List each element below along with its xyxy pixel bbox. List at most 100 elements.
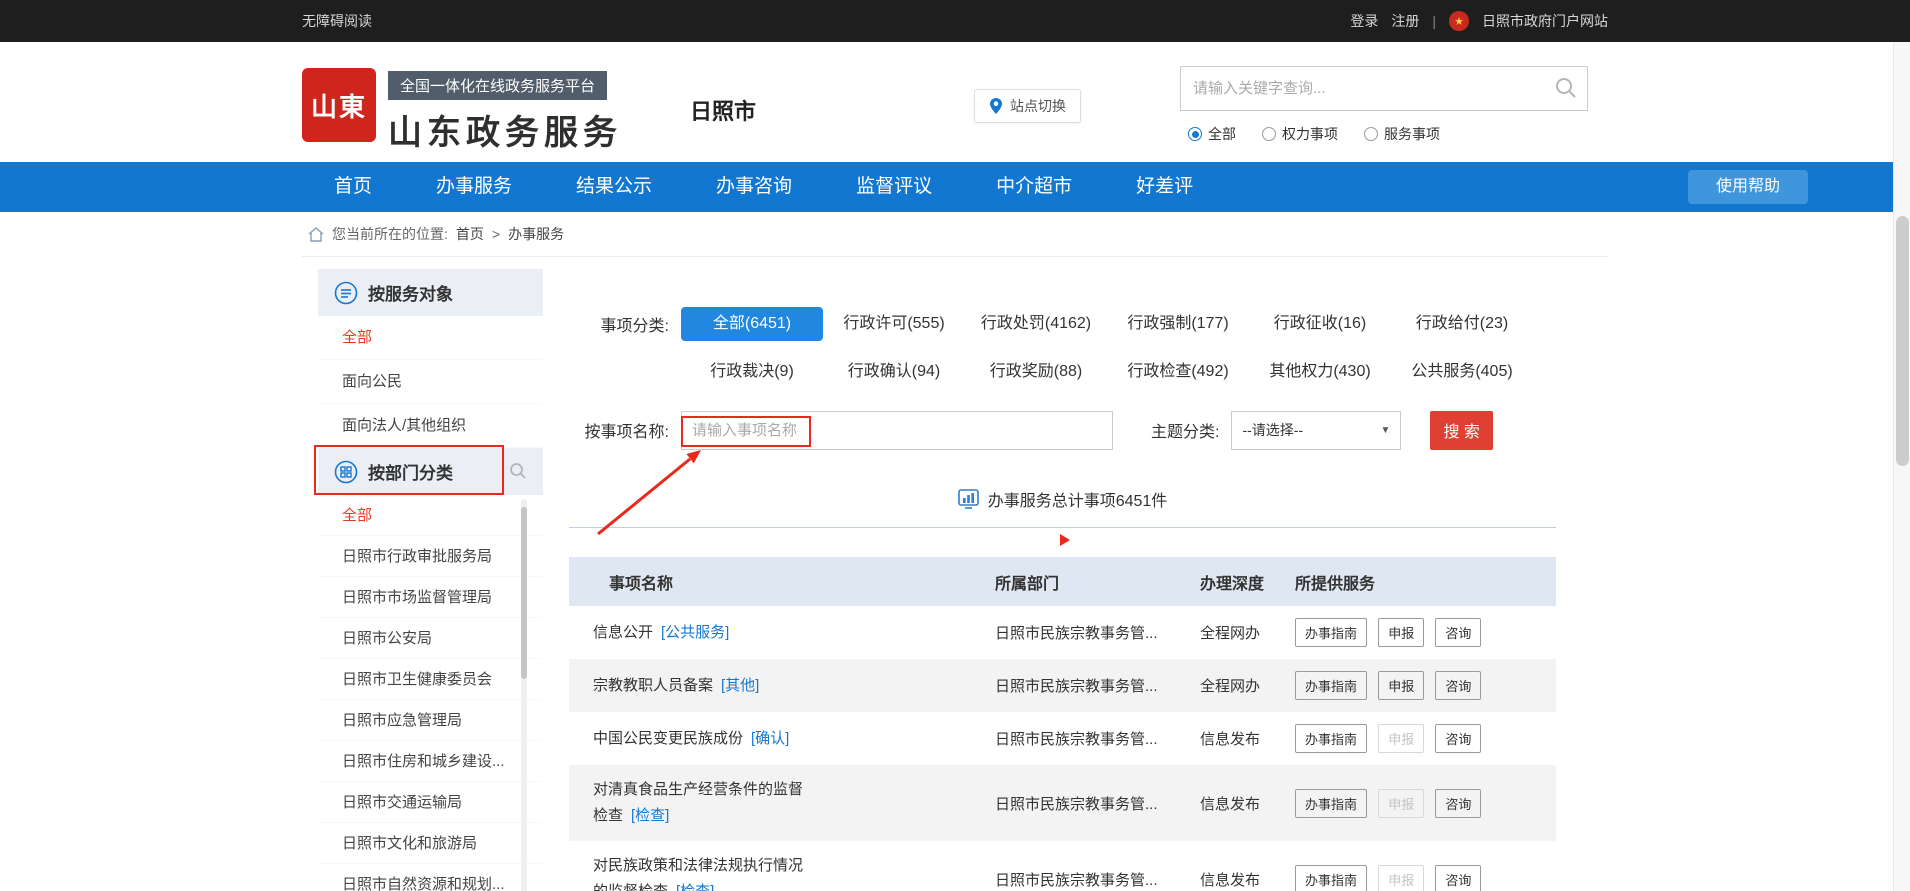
sidebar-scrollbar[interactable] <box>521 499 527 891</box>
category-license[interactable]: 行政许可(555) <box>823 307 965 341</box>
city-name: 日照市 <box>690 94 756 126</box>
consult-button[interactable]: 咨询 <box>1435 671 1481 700</box>
nav-item-supervision[interactable]: 监督评议 <box>824 162 964 212</box>
nav-item-services[interactable]: 办事服务 <box>404 162 544 212</box>
breadcrumb-home[interactable]: 首页 <box>456 224 484 244</box>
sidebar-scrollbar-thumb[interactable] <box>521 507 527 679</box>
breadcrumb-current[interactable]: 办事服务 <box>508 224 564 244</box>
apply-button[interactable]: 申报 <box>1378 618 1424 647</box>
item-tag-link[interactable]: [公共服务] <box>661 624 729 641</box>
category-reward[interactable]: 行政奖励(88) <box>965 355 1107 389</box>
guide-button[interactable]: 办事指南 <box>1295 618 1367 647</box>
sidebar-item-dept-all[interactable]: 全部 <box>318 495 543 536</box>
guide-button[interactable]: 办事指南 <box>1295 789 1367 818</box>
portal-link[interactable]: 日照市政府门户网站 <box>1482 11 1608 31</box>
nav-item-intermediary[interactable]: 中介超市 <box>964 162 1104 212</box>
item-search-row: 按事项名称: 主题分类: --请选择-- ▼ 搜 索 <box>569 410 1556 450</box>
item-name-input[interactable] <box>681 411 1113 450</box>
topic-select-value: --请选择-- <box>1242 420 1303 440</box>
sidebar-item-dept[interactable]: 日照市自然资源和规划... <box>318 864 543 891</box>
item-dept: 日照市民族宗教事务管... <box>995 675 1200 696</box>
login-link[interactable]: 登录 <box>1350 11 1378 31</box>
category-penalty[interactable]: 行政处罚(4162) <box>965 307 1107 341</box>
sidebar-section-title: 按部门分类 <box>368 459 453 484</box>
nav-item-rating[interactable]: 好差评 <box>1104 162 1225 212</box>
national-emblem-icon: ★ <box>1449 11 1469 31</box>
item-tag-link[interactable]: [检查] <box>676 883 714 891</box>
apply-button-disabled: 申报 <box>1378 724 1424 753</box>
help-button[interactable]: 使用帮助 <box>1688 170 1808 204</box>
scope-label: 全部 <box>1208 124 1236 144</box>
red-triangle-annotation <box>1060 534 1070 546</box>
sidebar-item-dept[interactable]: 日照市文化和旅游局 <box>318 823 543 864</box>
sidebar-item-dept[interactable]: 日照市交通运输局 <box>318 782 543 823</box>
consult-button[interactable]: 咨询 <box>1435 618 1481 647</box>
search-button[interactable]: 搜 索 <box>1430 411 1492 450</box>
category-payment[interactable]: 行政给付(23) <box>1391 307 1533 341</box>
topic-select[interactable]: --请选择-- ▼ <box>1231 411 1401 450</box>
sidebar-item-legal-person[interactable]: 面向法人/其他组织 <box>318 404 543 448</box>
col-header-dept: 所属部门 <box>995 570 1200 594</box>
register-link[interactable]: 注册 <box>1391 11 1419 31</box>
item-tag-link[interactable]: [确认] <box>751 730 789 747</box>
department-list: 全部 日照市行政审批服务局 日照市市场监督管理局 日照市公安局 日照市卫生健康委… <box>318 495 543 891</box>
nav-item-home[interactable]: 首页 <box>302 162 404 212</box>
col-header-services: 所提供服务 <box>1295 570 1556 594</box>
consult-button[interactable]: 咨询 <box>1435 789 1481 818</box>
items-table: 事项名称 所属部门 办理深度 所提供服务 信息公开[公共服务] 日照市民族宗教事… <box>569 557 1556 891</box>
category-other-power[interactable]: 其他权力(430) <box>1249 355 1391 389</box>
category-confirmation[interactable]: 行政确认(94) <box>823 355 965 389</box>
search-icon[interactable] <box>1554 76 1578 105</box>
department-search-icon[interactable] <box>509 462 527 485</box>
sidebar-item-dept[interactable]: 日照市市场监督管理局 <box>318 577 543 618</box>
category-coercion[interactable]: 行政强制(177) <box>1107 307 1249 341</box>
item-tag-link[interactable]: [其他] <box>721 677 759 694</box>
col-header-depth: 办理深度 <box>1200 570 1295 594</box>
target-list: 全部 面向公民 面向法人/其他组织 <box>318 316 543 448</box>
sidebar-item-dept[interactable]: 日照市应急管理局 <box>318 700 543 741</box>
scope-radio-power[interactable]: 权力事项 <box>1262 124 1338 144</box>
page-scrollbar[interactable] <box>1893 42 1910 891</box>
table-row: 信息公开[公共服务] 日照市民族宗教事务管... 全程网办 办事指南 申报 咨询 <box>569 606 1556 659</box>
service-target-icon <box>334 281 358 305</box>
site-switch-button[interactable]: 站点切换 <box>974 89 1081 123</box>
item-tag-link[interactable]: [检查] <box>631 807 669 824</box>
main: 事项分类: 全部(6451) 行政许可(555) 行政处罚(4162) 行政强制… <box>569 257 1556 891</box>
location-pin-icon <box>989 98 1003 114</box>
topbar: 无障碍阅读 登录 注册 | ★ 日照市政府门户网站 <box>0 0 1910 42</box>
scope-radio-all[interactable]: 全部 <box>1188 124 1236 144</box>
apply-button[interactable]: 申报 <box>1378 671 1424 700</box>
accessibility-link[interactable]: 无障碍阅读 <box>302 11 372 31</box>
category-levy[interactable]: 行政征收(16) <box>1249 307 1391 341</box>
category-ruling[interactable]: 行政裁决(9) <box>681 355 823 389</box>
breadcrumb-separator: > <box>492 226 500 242</box>
sidebar-item-dept[interactable]: 日照市行政审批服务局 <box>318 536 543 577</box>
consult-button[interactable]: 咨询 <box>1435 865 1481 891</box>
nav-item-consult[interactable]: 办事咨询 <box>684 162 824 212</box>
search-scope-radios: 全部 权力事项 服务事项 <box>1188 124 1440 144</box>
guide-button[interactable]: 办事指南 <box>1295 671 1367 700</box>
guide-button[interactable]: 办事指南 <box>1295 724 1367 753</box>
guide-button[interactable]: 办事指南 <box>1295 865 1367 891</box>
item-name: 信息公开 <box>593 624 653 641</box>
consult-button[interactable]: 咨询 <box>1435 724 1481 753</box>
summary-text: 办事服务总计事项6451件 <box>988 487 1168 511</box>
item-dept: 日照市民族宗教事务管... <box>995 793 1200 814</box>
category-inspection[interactable]: 行政检查(492) <box>1107 355 1249 389</box>
category-all[interactable]: 全部(6451) <box>681 307 823 341</box>
table-row: 宗教教职人员备案[其他] 日照市民族宗教事务管... 全程网办 办事指南 申报 … <box>569 659 1556 712</box>
scope-radio-service[interactable]: 服务事项 <box>1364 124 1440 144</box>
sidebar-item-target-all[interactable]: 全部 <box>318 316 543 360</box>
platform-badge: 全国一体化在线政务服务平台 <box>388 71 607 100</box>
sidebar-item-citizen[interactable]: 面向公民 <box>318 360 543 404</box>
nav-item-results[interactable]: 结果公示 <box>544 162 684 212</box>
sidebar-item-dept[interactable]: 日照市卫生健康委员会 <box>318 659 543 700</box>
sidebar-item-dept[interactable]: 日照市公安局 <box>318 618 543 659</box>
keyword-search-input[interactable] <box>1180 66 1588 111</box>
page-scrollbar-thumb[interactable] <box>1896 216 1909 466</box>
sidebar-item-dept[interactable]: 日照市住房和城乡建设... <box>318 741 543 782</box>
item-depth: 信息发布 <box>1200 869 1295 890</box>
site-switch-label: 站点切换 <box>1010 96 1066 116</box>
apply-button-disabled: 申报 <box>1378 865 1424 891</box>
category-public-service[interactable]: 公共服务(405) <box>1391 355 1533 389</box>
